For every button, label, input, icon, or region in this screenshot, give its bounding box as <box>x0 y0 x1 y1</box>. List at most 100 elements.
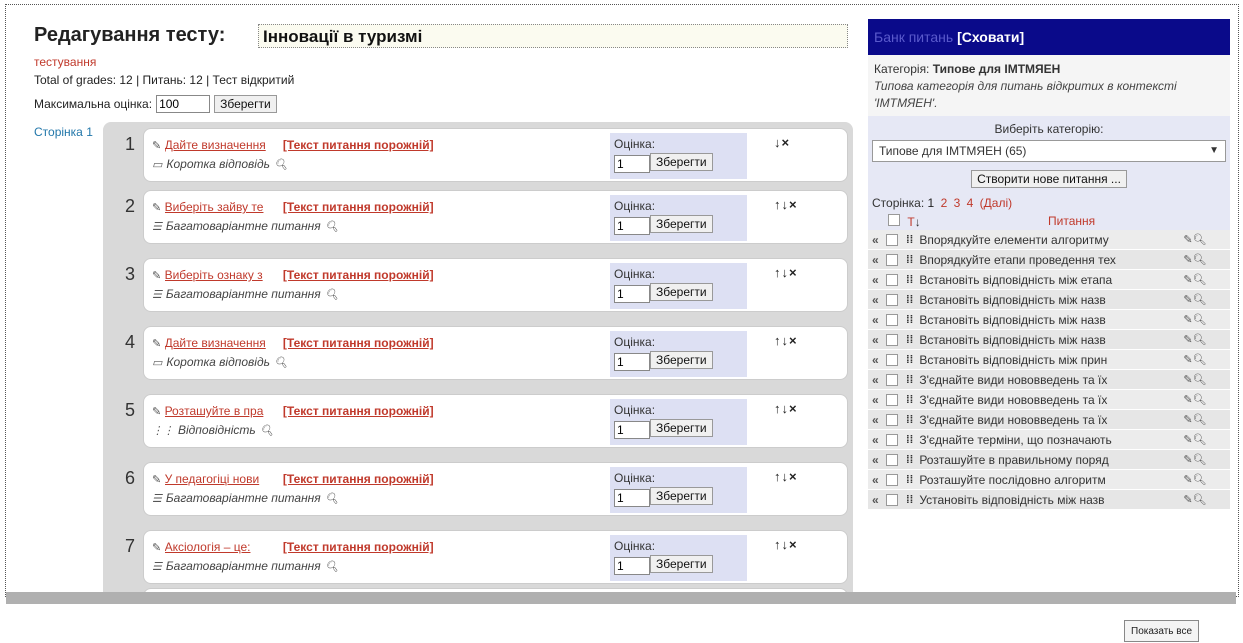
row-checkbox[interactable] <box>886 273 898 286</box>
category-select[interactable]: Типове для ІМТМЯЕН (65) ▼ <box>872 140 1226 162</box>
create-question-button[interactable]: Створити нове питання ... <box>971 170 1127 188</box>
row-checkbox[interactable] <box>886 253 898 266</box>
grade-save-button[interactable]: Зберегти <box>650 153 713 171</box>
question-link[interactable]: У педагогіці нови <box>165 472 280 486</box>
question-empty-text[interactable]: [Текст питання порожній] <box>283 138 434 152</box>
grade-input[interactable] <box>614 557 650 575</box>
row-checkbox[interactable] <box>886 293 898 306</box>
question-empty-text[interactable]: [Текст питання порожній] <box>283 268 434 282</box>
add-to-test-icon[interactable]: « <box>872 273 884 287</box>
add-to-test-icon[interactable]: « <box>872 393 884 407</box>
edit-preview-icons[interactable]: ✎🔍︎ <box>1183 413 1206 426</box>
move-delete-icons[interactable]: ↑↓× <box>774 197 798 212</box>
row-checkbox[interactable] <box>886 233 898 246</box>
bank-row[interactable]: « ⁞⁞ Встановіть відповідність між етапа ✎🔍︎ <box>868 270 1230 290</box>
edit-icon[interactable]: ✎ <box>152 473 161 486</box>
question-sort-link[interactable]: Питання <box>1048 214 1095 228</box>
add-to-test-icon[interactable]: « <box>872 413 884 427</box>
row-checkbox[interactable] <box>886 393 898 406</box>
row-checkbox[interactable] <box>886 373 898 386</box>
bank-row[interactable]: « ⁞⁞ З'єднайте види нововведень та їх ✎🔍︎ <box>868 410 1230 430</box>
question-link[interactable]: Виберіть ознаку з <box>165 268 280 282</box>
add-to-test-icon[interactable]: « <box>872 253 884 267</box>
bank-row[interactable]: « ⁞⁞ Встановіть відповідність між назв ✎🔍︎ <box>868 310 1230 330</box>
pager-link[interactable]: 4 <box>967 196 974 210</box>
row-checkbox[interactable] <box>886 433 898 446</box>
bank-row[interactable]: « ⁞⁞ Установіть відповідність між назв ✎🔍︎ <box>868 490 1230 510</box>
grade-input[interactable] <box>614 421 650 439</box>
add-to-test-icon[interactable]: « <box>872 313 884 327</box>
row-checkbox[interactable] <box>886 453 898 466</box>
question-empty-text[interactable]: [Текст питання порожній] <box>283 200 434 214</box>
preview-icon[interactable]: 🔍︎ <box>325 560 339 573</box>
grade-input[interactable] <box>614 353 650 371</box>
bank-row[interactable]: « ⁞⁞ Встановіть відповідність між назв ✎🔍︎ <box>868 330 1230 350</box>
edit-preview-icons[interactable]: ✎🔍︎ <box>1183 313 1206 326</box>
add-to-test-icon[interactable]: « <box>872 233 884 247</box>
edit-preview-icons[interactable]: ✎🔍︎ <box>1183 273 1206 286</box>
grade-save-button[interactable]: Зберегти <box>650 555 713 573</box>
bank-row[interactable]: « ⁞⁞ Впорядкуйте етапи проведення тех ✎🔍︎ <box>868 250 1230 270</box>
grade-save-button[interactable]: Зберегти <box>650 283 713 301</box>
row-checkbox[interactable] <box>886 333 898 346</box>
type-sort-link[interactable]: Т <box>907 215 914 229</box>
max-grade-save-button[interactable]: Зберегти <box>214 95 277 113</box>
add-to-test-icon[interactable]: « <box>872 373 884 387</box>
move-delete-icons[interactable]: ↑↓× <box>774 333 798 348</box>
edit-preview-icons[interactable]: ✎🔍︎ <box>1183 493 1206 506</box>
preview-icon[interactable]: 🔍︎ <box>260 424 274 437</box>
row-checkbox[interactable] <box>886 473 898 486</box>
row-checkbox[interactable] <box>886 493 898 506</box>
edit-preview-icons[interactable]: ✎🔍︎ <box>1183 373 1206 386</box>
edit-preview-icons[interactable]: ✎🔍︎ <box>1183 353 1206 366</box>
grade-input[interactable] <box>614 217 650 235</box>
row-checkbox[interactable] <box>886 353 898 366</box>
row-checkbox[interactable] <box>886 313 898 326</box>
question-link[interactable]: Дайте визначення <box>165 336 280 350</box>
edit-icon[interactable]: ✎ <box>152 337 161 350</box>
bank-row[interactable]: « ⁞⁞ Впорядкуйте елементи алгоритму ✎🔍︎ <box>868 230 1230 250</box>
add-to-test-icon[interactable]: « <box>872 293 884 307</box>
grade-input[interactable] <box>614 285 650 303</box>
move-delete-icons[interactable]: ↑↓× <box>774 537 798 552</box>
show-all-button[interactable]: Показать все <box>1124 620 1200 642</box>
bank-row[interactable]: « ⁞⁞ З'єднайте види нововведень та їх ✎🔍︎ <box>868 370 1230 390</box>
move-delete-icons[interactable]: ↑↓× <box>774 469 798 484</box>
question-empty-text[interactable]: [Текст питання порожній] <box>283 404 434 418</box>
add-to-test-icon[interactable]: « <box>872 353 884 367</box>
add-to-test-icon[interactable]: « <box>872 473 884 487</box>
edit-preview-icons[interactable]: ✎🔍︎ <box>1183 333 1206 346</box>
add-to-test-icon[interactable]: « <box>872 333 884 347</box>
bank-row[interactable]: « ⁞⁞ Встановіть відповідність між прин ✎🔍︎ <box>868 350 1230 370</box>
bank-row[interactable]: « ⁞⁞ З'єднайте види нововведень та їх ✎🔍︎ <box>868 390 1230 410</box>
bank-row[interactable]: « ⁞⁞ Розташуйте послідовно алгоритм ✎🔍︎ <box>868 470 1230 490</box>
edit-icon[interactable]: ✎ <box>152 201 161 214</box>
grade-input[interactable] <box>614 155 650 173</box>
bank-row[interactable]: « ⁞⁞ Розташуйте в правильному поряд ✎🔍︎ <box>868 450 1230 470</box>
move-delete-icons[interactable]: ↑↓× <box>774 265 798 280</box>
move-delete-icons[interactable]: ↓× <box>774 135 790 150</box>
preview-icon[interactable]: 🔍︎ <box>274 158 288 171</box>
pager-link[interactable]: 3 <box>954 196 961 210</box>
question-link[interactable]: Дайте визначення <box>165 138 280 152</box>
grade-save-button[interactable]: Зберегти <box>650 419 713 437</box>
edit-preview-icons[interactable]: ✎🔍︎ <box>1183 233 1206 246</box>
edit-icon[interactable]: ✎ <box>152 139 161 152</box>
bank-row[interactable]: « ⁞⁞ З'єднайте терміни, що позначають ✎🔍︎ <box>868 430 1230 450</box>
edit-icon[interactable]: ✎ <box>152 269 161 282</box>
question-empty-text[interactable]: [Текст питання порожній] <box>283 472 434 486</box>
sort-down-icon[interactable]: ↓ <box>915 215 921 229</box>
edit-icon[interactable]: ✎ <box>152 405 161 418</box>
hide-link[interactable]: [Сховати] <box>957 29 1024 45</box>
pager-link[interactable]: 2 <box>941 196 948 210</box>
question-empty-text[interactable]: [Текст питання порожній] <box>283 336 434 350</box>
add-to-test-icon[interactable]: « <box>872 453 884 467</box>
edit-preview-icons[interactable]: ✎🔍︎ <box>1183 293 1206 306</box>
horizontal-scrollbar[interactable] <box>6 592 1236 604</box>
select-all-checkbox[interactable] <box>888 214 900 226</box>
question-link[interactable]: Розташуйте в пра <box>165 404 280 418</box>
max-grade-input[interactable] <box>156 95 211 113</box>
edit-preview-icons[interactable]: ✎🔍︎ <box>1183 433 1206 446</box>
edit-preview-icons[interactable]: ✎🔍︎ <box>1183 473 1206 486</box>
preview-icon[interactable]: 🔍︎ <box>274 356 288 369</box>
